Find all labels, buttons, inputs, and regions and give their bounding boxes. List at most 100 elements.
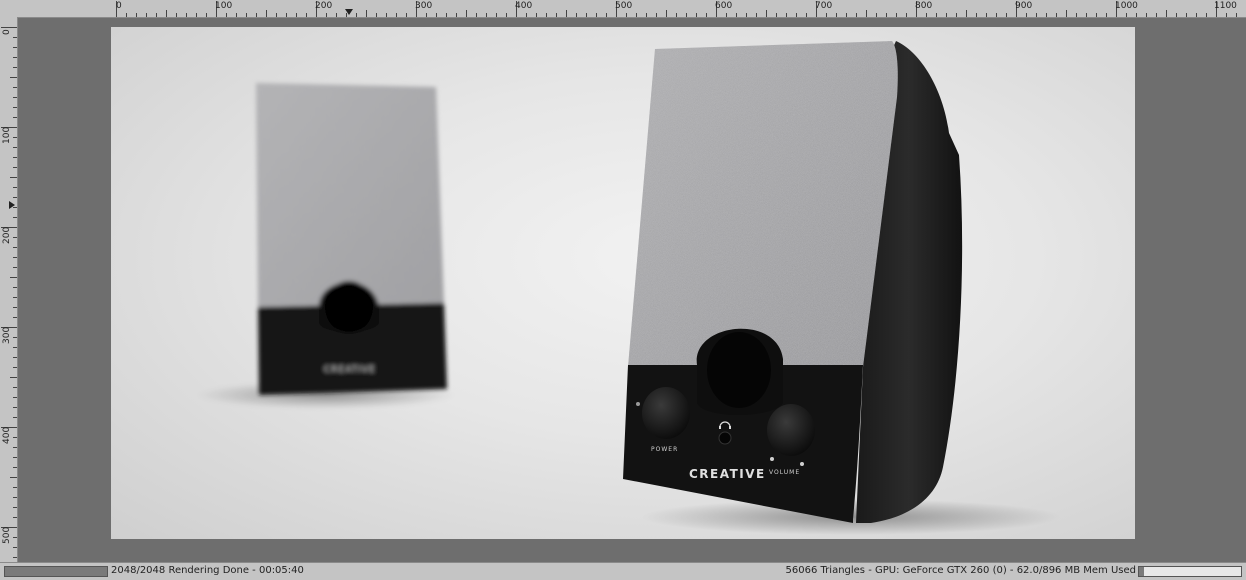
ruler-label: 500 [2, 526, 12, 544]
ruler-tick [866, 10, 867, 17]
render-status-text: 2048/2048 Rendering Done - 00:05:40 [111, 565, 304, 576]
ruler-tick [786, 13, 787, 17]
ruler-tick [926, 13, 927, 17]
ruler-tick [1106, 13, 1107, 17]
ruler-tick [13, 47, 17, 48]
ruler-label: 1000 [1115, 1, 1138, 11]
ruler-tick [966, 10, 967, 17]
ruler-tick [13, 317, 17, 318]
ruler-tick [13, 267, 17, 268]
ruler-tick [276, 13, 277, 17]
ruler-tick [706, 13, 707, 17]
ruler-tick [166, 10, 167, 17]
ruler-position-marker[interactable] [345, 9, 353, 15]
ruler-position-marker[interactable] [9, 201, 15, 209]
ruler-tick [836, 13, 837, 17]
ruler-tick [13, 487, 17, 488]
ruler-tick [1076, 13, 1077, 17]
ruler-label: 600 [715, 1, 733, 11]
ruler-tick [736, 13, 737, 17]
ruler-label: 900 [1015, 1, 1033, 11]
ruler-label: 400 [2, 426, 12, 444]
status-bar: 2048/2048 Rendering Done - 00:05:40 5606… [0, 562, 1246, 580]
ruler-tick [446, 13, 447, 17]
ruler-tick [13, 337, 17, 338]
ruler-tick [13, 157, 17, 158]
ruler-tick [686, 13, 687, 17]
ruler-tick [846, 13, 847, 17]
ruler-tick [13, 547, 17, 548]
ruler-tick [576, 13, 577, 17]
ruler-tick [396, 13, 397, 17]
front-speaker [623, 41, 1061, 535]
ruler-tick [13, 237, 17, 238]
ruler-tick [466, 10, 467, 17]
ruler-tick [13, 507, 17, 508]
ruler-tick [666, 10, 667, 17]
render-progress-fill [5, 567, 107, 576]
ruler-tick [1136, 13, 1137, 17]
ruler-tick [266, 10, 267, 17]
vertical-ruler[interactable]: 0 100 200 300 400 500 [0, 17, 18, 562]
ruler-tick [536, 13, 537, 17]
ruler-label: 300 [415, 1, 433, 11]
ruler-tick [826, 13, 827, 17]
ruler-tick [1166, 10, 1167, 17]
ruler-tick [13, 137, 17, 138]
ruler-tick [13, 107, 17, 108]
memory-usage-fill [1139, 567, 1145, 576]
ruler-label: 700 [815, 1, 833, 11]
ruler-tick [366, 10, 367, 17]
ruler-tick [236, 13, 237, 17]
ruler-tick [426, 13, 427, 17]
render-viewport[interactable]: CREATIVE POWER VOLUME CREATIVE [111, 27, 1135, 539]
ruler-tick [906, 13, 907, 17]
ruler-tick [1026, 13, 1027, 17]
ruler-label: 200 [2, 226, 12, 244]
ruler-label: 200 [315, 1, 333, 11]
ruler-tick [13, 97, 17, 98]
ruler-tick [896, 13, 897, 17]
ruler-tick [13, 117, 17, 118]
ruler-tick [13, 197, 17, 198]
ruler-tick [496, 13, 497, 17]
ruler-tick [13, 517, 17, 518]
ruler-tick [13, 307, 17, 308]
ruler-tick [13, 37, 17, 38]
ruler-label: 100 [2, 126, 12, 144]
ruler-tick [806, 13, 807, 17]
ruler-label: 400 [515, 1, 533, 11]
ruler-tick [10, 77, 17, 78]
horizontal-ruler[interactable]: 0 100 200 300 400 500 600 700 800 900 10… [0, 0, 1246, 18]
power-label: POWER [651, 446, 678, 453]
ruler-tick [486, 13, 487, 17]
ruler-tick [566, 10, 567, 17]
ruler-tick [1236, 13, 1237, 17]
ruler-tick [136, 13, 137, 17]
ruler-label: 800 [915, 1, 933, 11]
memory-usage-bar [1138, 566, 1242, 577]
ruler-tick [296, 13, 297, 17]
ruler-tick [13, 387, 17, 388]
ruler-tick [13, 397, 17, 398]
ruler-tick [13, 367, 17, 368]
ruler-tick [436, 13, 437, 17]
ruler-tick [756, 13, 757, 17]
ruler-tick [13, 417, 17, 418]
ruler-tick [10, 277, 17, 278]
ruler-tick [13, 357, 17, 358]
ruler-tick [1176, 13, 1177, 17]
ruler-tick [506, 13, 507, 17]
scene-stats-text: 56066 Triangles - GPU: GeForce GTX 260 (… [785, 565, 1136, 576]
ruler-tick [13, 497, 17, 498]
ruler-tick [1156, 13, 1157, 17]
ruler-tick [10, 177, 17, 178]
ruler-label: 1100 [1214, 1, 1237, 11]
ruler-tick [406, 13, 407, 17]
ruler-tick [1036, 13, 1037, 17]
ruler-tick [766, 10, 767, 17]
ruler-tick [1186, 13, 1187, 17]
ruler-tick [656, 13, 657, 17]
ruler-tick [13, 167, 17, 168]
ruler-tick [256, 13, 257, 17]
